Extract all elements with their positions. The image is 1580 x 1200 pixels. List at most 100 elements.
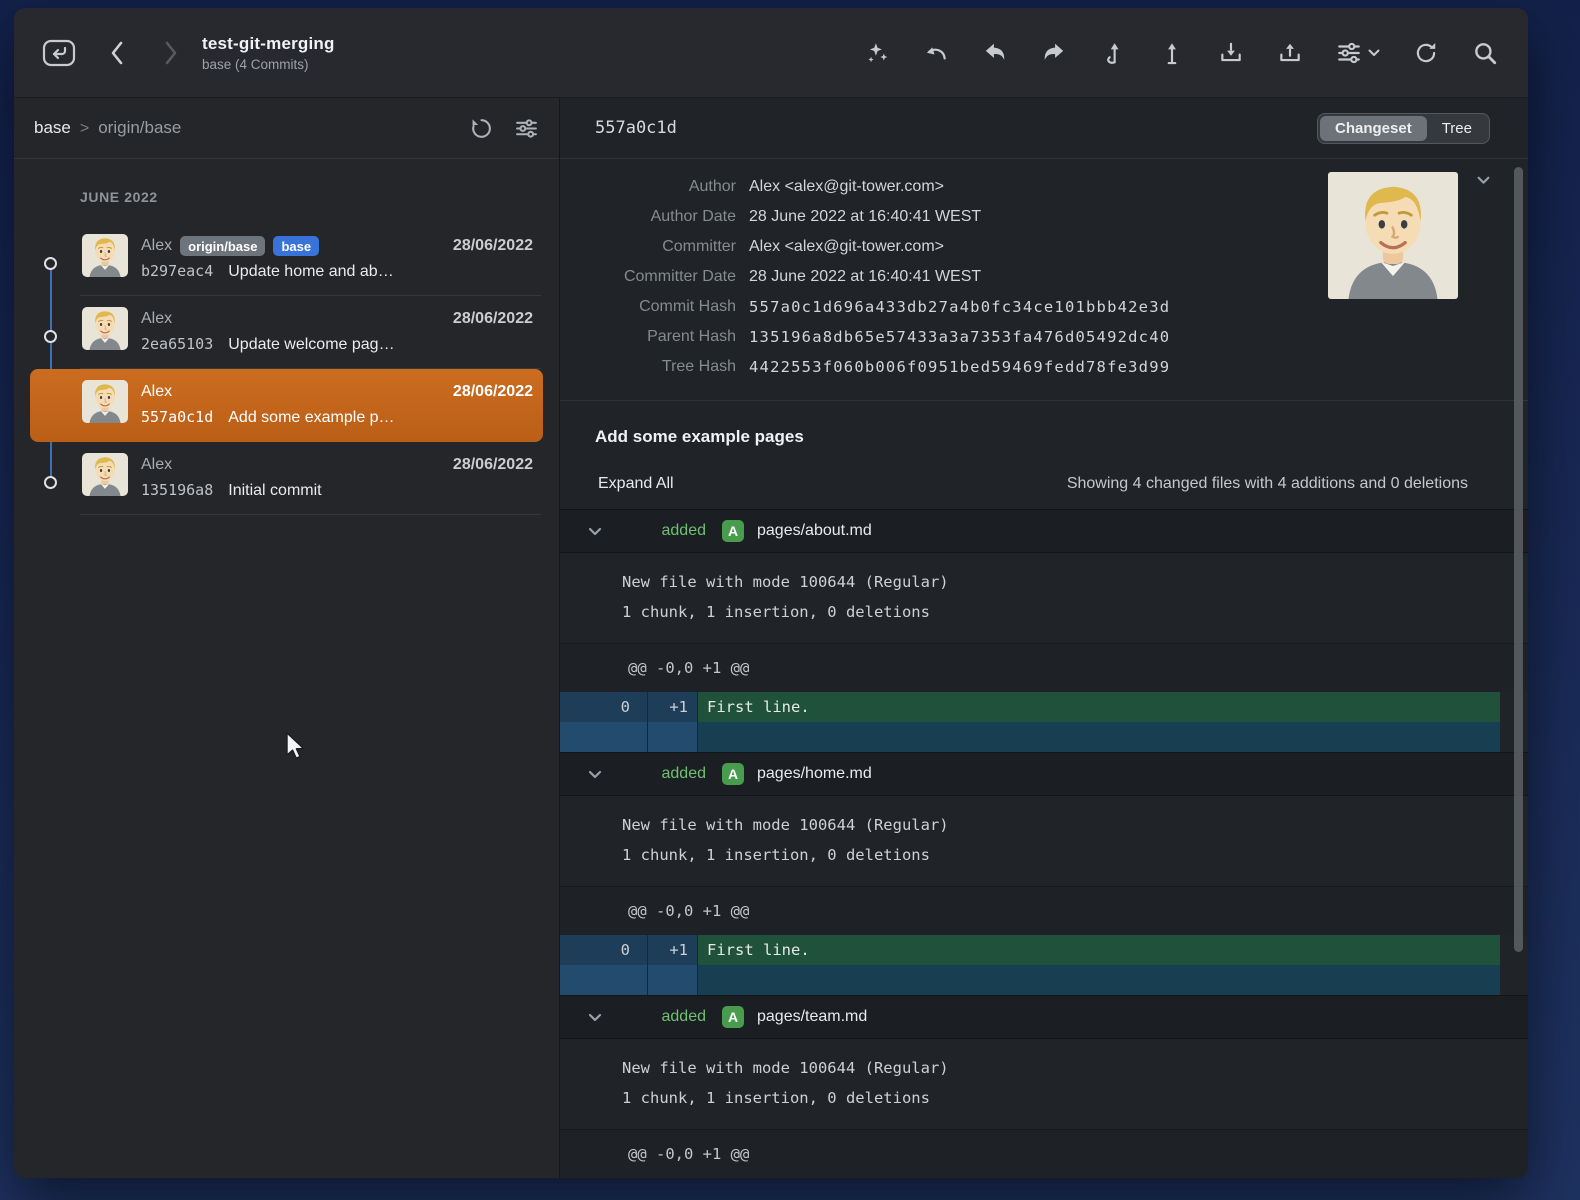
commit-date: 28/06/2022	[453, 383, 533, 401]
window-title-block: test-git-merging base (4 Commits)	[202, 34, 335, 72]
file-status: added	[602, 765, 706, 783]
file-info: New file with mode 100644 (Regular) 1 ch…	[560, 796, 1528, 886]
commit-author: Alex	[141, 310, 172, 328]
commit-hash: 135196a8	[141, 481, 213, 499]
cherry-pick-icon[interactable]	[1100, 40, 1126, 66]
file-status: added	[602, 1008, 706, 1026]
file-mode-line: New file with mode 100644 (Regular)	[622, 1053, 1528, 1083]
hunk-header: @@ -0,0 +1 @@	[560, 643, 1528, 692]
file-info: New file with mode 100644 (Regular) 1 ch…	[560, 553, 1528, 643]
branch-badge-origin-base[interactable]: origin/base	[180, 236, 265, 256]
commit-row-selected[interactable]: Alex 28/06/2022 557a0c1d Add some exampl…	[30, 369, 543, 442]
commit-row[interactable]: Alex 28/06/2022 2ea65103 Update welcome …	[30, 296, 543, 369]
fetch-tray-icon[interactable]	[1218, 40, 1244, 66]
file-chunks-line: 1 chunk, 1 insertion, 0 deletions	[622, 840, 1528, 870]
file-path: pages/team.md	[757, 1008, 867, 1026]
commit-metadata: Author Alex <alex@git-tower.com> Author …	[560, 159, 1528, 382]
file-mode-line: New file with mode 100644 (Regular)	[622, 567, 1528, 597]
file-status-badge: A	[722, 763, 744, 785]
diff-added-line[interactable]: 0 +1 First line.	[560, 935, 1500, 965]
commit-hash: 557a0c1d	[141, 408, 213, 426]
meta-row: Tree Hash 4422553f060b006f0951bed59469fe…	[560, 352, 1528, 382]
repository-icon[interactable]	[42, 38, 76, 68]
file-header[interactable]: added A pages/about.md	[560, 509, 1528, 553]
branch-badge-base[interactable]: base	[273, 236, 319, 256]
repo-title: test-git-merging	[202, 34, 335, 54]
avatar-options-chevron-icon[interactable]	[1477, 176, 1490, 185]
compare-history-icon[interactable]	[469, 116, 494, 141]
breadcrumb-separator: >	[80, 120, 89, 138]
commit-row[interactable]: Alex 28/06/2022 135196a8 Initial commit	[30, 442, 543, 515]
diff-filler-line	[560, 965, 1500, 995]
commit-hash: 2ea65103	[141, 335, 213, 353]
commit-author: Alex	[141, 237, 172, 255]
commit-message: Update home and ab…	[228, 263, 393, 281]
expand-all-button[interactable]: Expand All	[598, 475, 674, 493]
avatar	[82, 453, 128, 496]
file-header[interactable]: added A pages/home.md	[560, 752, 1528, 796]
push-icon[interactable]	[1159, 40, 1185, 66]
commit-date: 28/06/2022	[453, 310, 533, 328]
commit-author: Alex	[141, 383, 172, 401]
detail-body: Author Alex <alex@git-tower.com> Author …	[560, 159, 1528, 1178]
search-icon[interactable]	[1472, 40, 1498, 66]
filter-options-icon[interactable]	[514, 116, 539, 141]
file-info: New file with mode 100644 (Regular) 1 ch…	[560, 1039, 1528, 1129]
file-path: pages/about.md	[757, 522, 872, 540]
diff-block: 0 +1 First line.	[560, 692, 1500, 752]
commit-history-panel: base > origin/base	[14, 98, 560, 1178]
new-line-number: +1	[648, 692, 698, 722]
undo-icon[interactable]	[923, 40, 949, 66]
collapse-chevron-icon[interactable]	[588, 770, 602, 779]
file-header[interactable]: added A pages/team.md	[560, 995, 1528, 1039]
diff-block: 0 +1 First line.	[560, 935, 1500, 995]
changed-files-summary: Showing 4 changed files with 4 additions…	[1067, 475, 1468, 493]
commit-date: 28/06/2022	[453, 456, 533, 474]
avatar	[82, 307, 128, 350]
quick-actions-icon[interactable]	[864, 40, 890, 66]
detail-header: 557a0c1d Changeset Tree	[560, 98, 1528, 159]
breadcrumb: base > origin/base	[14, 98, 559, 159]
view-options-icon[interactable]	[1336, 40, 1380, 66]
commit-hash: b297eac4	[141, 262, 213, 280]
app-window: test-git-merging base (4 Commits)	[14, 8, 1528, 1178]
hunk-header: @@ -0,0 +1 @@	[560, 886, 1528, 935]
commit-list: JUNE 2022 Alex origin/base base 28/06/20…	[14, 159, 559, 1178]
commit-row[interactable]: Alex origin/base base 28/06/2022 b297eac…	[30, 223, 543, 296]
tab-changeset[interactable]: Changeset	[1320, 116, 1427, 141]
diff-filler-line	[560, 722, 1500, 752]
forward-chevron-icon[interactable]	[164, 41, 178, 65]
file-status: added	[602, 522, 706, 540]
avatar	[82, 380, 128, 423]
new-line-number: +1	[648, 935, 698, 965]
titlebar: test-git-merging base (4 Commits)	[14, 8, 1528, 98]
file-chunks-line: 1 chunk, 1 insertion, 0 deletions	[622, 597, 1528, 627]
merge-icon[interactable]	[1041, 40, 1067, 66]
back-chevron-icon[interactable]	[110, 41, 124, 65]
collapse-chevron-icon[interactable]	[588, 1013, 602, 1022]
breadcrumb-branch[interactable]: base	[34, 118, 71, 138]
file-chunks-line: 1 chunk, 1 insertion, 0 deletions	[622, 1083, 1528, 1113]
publish-tray-icon[interactable]	[1277, 40, 1303, 66]
diff-line-text: First line.	[698, 692, 1500, 722]
file-section: added A pages/home.md New file with mode…	[560, 752, 1528, 995]
hunk-header: @@ -0,0 +1 @@	[560, 1129, 1528, 1178]
file-mode-line: New file with mode 100644 (Regular)	[622, 810, 1528, 840]
repo-subtitle: base (4 Commits)	[202, 57, 335, 72]
discard-icon[interactable]	[982, 40, 1008, 66]
vertical-scrollbar[interactable]	[1514, 167, 1523, 952]
file-section: added A pages/team.md New file with mode…	[560, 995, 1528, 1178]
old-line-number: 0	[560, 935, 648, 965]
collapse-chevron-icon[interactable]	[588, 527, 602, 536]
view-mode-segmented-control: Changeset Tree	[1317, 113, 1490, 144]
commit-detail-panel: 557a0c1d Changeset Tree Author Alex <ale…	[560, 98, 1528, 1178]
month-section-header: JUNE 2022	[14, 159, 559, 223]
refresh-icon[interactable]	[1413, 40, 1439, 66]
commit-author: Alex	[141, 456, 172, 474]
detail-commit-hash: 557a0c1d	[595, 118, 677, 138]
diff-added-line[interactable]: 0 +1 First line.	[560, 692, 1500, 722]
tab-tree[interactable]: Tree	[1427, 116, 1487, 141]
author-avatar-large	[1328, 172, 1458, 299]
breadcrumb-remote-branch[interactable]: origin/base	[98, 118, 181, 138]
commit-message-title: Add some example pages	[560, 401, 1528, 447]
